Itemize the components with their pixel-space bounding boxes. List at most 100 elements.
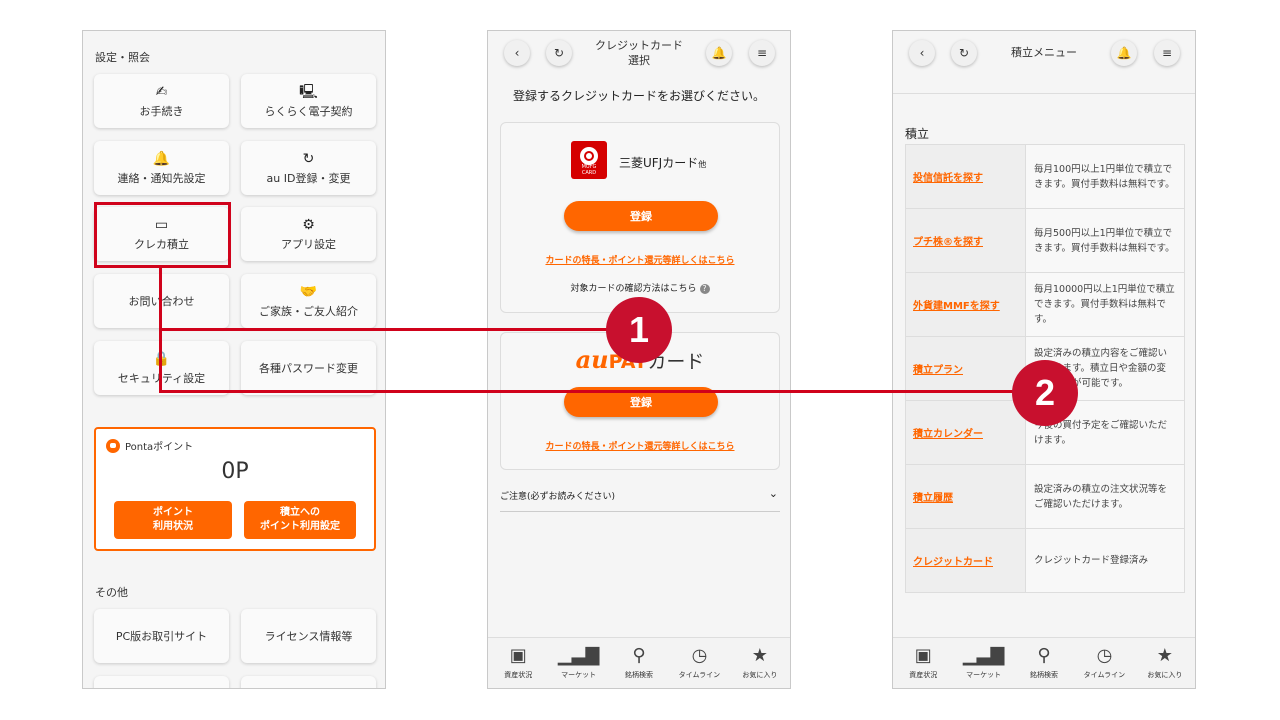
nav-label: 銘柄検索 [1030, 671, 1059, 679]
aupay-detail-link[interactable]: カードの特長・ポイント還元等詳しくはこちら [501, 439, 779, 452]
search-icon: ⚲ [632, 645, 646, 666]
bar-chart-icon: ▁▃▇ [962, 645, 1005, 666]
tile-label: お手続き [139, 104, 184, 118]
chevron-down-icon: ⌄ [768, 487, 778, 500]
section-title: 積立 [905, 127, 930, 141]
find-petit-stock-link[interactable]: プチ株®を探す [906, 209, 1026, 272]
point-usage-button[interactable]: ポイント 利用状況 [114, 501, 232, 539]
step-badge-1: 1 [606, 297, 672, 363]
help-icon: ? [699, 284, 710, 294]
find-fund-link[interactable]: 投信信託を探す [906, 145, 1026, 208]
tile-partial[interactable] [241, 676, 376, 688]
nav-timeline[interactable]: ◷ タイムライン [1074, 638, 1134, 688]
nav-search[interactable]: ⚲ 銘柄検索 [1014, 638, 1074, 688]
point-savings-setting-button[interactable]: 積立への ポイント利用設定 [244, 501, 356, 539]
bell-icon[interactable]: 🔔 [1111, 40, 1137, 66]
tile-label: PC版お取引サイト [115, 630, 208, 643]
notice-label: ご注意(必ずお読みください) [500, 492, 616, 502]
card-name-suffix: 他 [698, 160, 707, 169]
tile-contact-settings[interactable]: 🔔 連絡・通知先設定 [94, 141, 229, 195]
bell-icon: 🔔 [152, 150, 171, 167]
star-icon: ★ [751, 645, 768, 666]
tile-e-contract[interactable]: 🖳 らくらく電子契約 [241, 74, 376, 128]
table-row: 外貨建MMFを探す 毎月10000円以上1円単位で積立できます。買付手数料は無料… [906, 273, 1184, 337]
tile-license[interactable]: ライセンス情報等 [241, 609, 376, 663]
tile-procedures[interactable]: ✍ お手続き [94, 74, 229, 128]
mufg-detail-link[interactable]: カードの特長・ポイント還元等詳しくはこちら [501, 253, 779, 266]
wallet-icon: ▣ [914, 645, 932, 666]
step-badge-2: 2 [1012, 360, 1078, 426]
credit-card-link[interactable]: クレジットカード [906, 529, 1026, 592]
back-icon[interactable]: ‹ [504, 40, 530, 66]
wallet-icon: ▣ [509, 645, 527, 666]
nav-assets[interactable]: ▣ 資産状況 [893, 638, 953, 688]
nav-label: お気に入り [1147, 671, 1183, 679]
section-title-others: その他 [95, 586, 128, 599]
credit-card-icon: ▭ [154, 216, 169, 233]
menu-icon[interactable]: ≡ [1154, 40, 1180, 66]
notice-accordion[interactable]: ご注意(必ずお読みください) ⌄ [500, 487, 780, 512]
nav-search[interactable]: ⚲ 銘柄検索 [609, 638, 669, 688]
tile-referral[interactable]: 🤝 ご家族・ご友人紹介 [241, 274, 376, 328]
row-desc: 毎月500円以上1円単位で積立できます。買付手数料は無料です。 [1026, 209, 1184, 272]
header: ‹ ↻ 積立メニュー 🔔 ≡ [893, 31, 1195, 93]
mufg-logo-text: MUFG CARD [581, 164, 597, 176]
settings-screen: 設定・照会 ✍ お手続き 🖳 らくらく電子契約 🔔 連絡・通知先設定 ↻ au … [82, 30, 386, 689]
mufg-confirm-link[interactable]: 対象カードの確認方法はこちら? [501, 281, 779, 294]
mufg-logo: MUFG CARD [571, 141, 607, 179]
tile-label: ご家族・ご友人紹介 [259, 304, 358, 318]
savings-history-link[interactable]: 積立履歴 [906, 465, 1026, 528]
table-row: 投信信託を探す 毎月100円以上1円単位で積立できます。買付手数料は無料です。 [906, 145, 1184, 209]
row-desc: 毎月100円以上1円単位で積立できます。買付手数料は無料です。 [1026, 145, 1184, 208]
nav-label: タイムライン [1083, 671, 1126, 679]
nav-favorites[interactable]: ★ お気に入り [730, 638, 790, 688]
nav-market[interactable]: ▁▃▇ マーケット [953, 638, 1013, 688]
nav-label: マーケット [561, 671, 597, 679]
row-desc: 毎月10000円以上1円単位で積立できます。買付手数料は無料です。 [1026, 273, 1184, 336]
tile-pc-site[interactable]: PC版お取引サイト [94, 609, 229, 663]
table-row: プチ株®を探す 毎月500円以上1円単位で積立できます。買付手数料は無料です。 [906, 209, 1184, 273]
nav-market[interactable]: ▁▃▇ マーケット [548, 638, 608, 688]
nav-label: お気に入り [742, 671, 778, 679]
back-icon[interactable]: ‹ [909, 40, 935, 66]
nav-timeline[interactable]: ◷ タイムライン [669, 638, 729, 688]
pen-icon: ✍ [155, 83, 168, 100]
clock-icon: ◷ [1096, 645, 1113, 666]
row-desc: 設定済みの積立の注文状況等をご確認いただけます。 [1026, 465, 1184, 528]
table-row: 積立履歴 設定済みの積立の注文状況等をご確認いただけます。 [906, 465, 1184, 529]
savings-calendar-link[interactable]: 積立カレンダー [906, 401, 1026, 464]
nav-assets[interactable]: ▣ 資産状況 [488, 638, 548, 688]
aupay-au-text: au [575, 345, 609, 374]
laptop-check-icon: 🖳 [299, 83, 318, 100]
menu-icon[interactable]: ≡ [749, 40, 775, 66]
star-icon: ★ [1156, 645, 1173, 666]
tile-label: 各種パスワード変更 [259, 362, 358, 375]
nav-label: 資産状況 [909, 671, 938, 679]
search-icon: ⚲ [1037, 645, 1051, 666]
tile-password[interactable]: 各種パスワード変更 [241, 341, 376, 395]
tile-app-settings[interactable]: ⚙ アプリ設定 [241, 207, 376, 261]
tile-label: au ID登録・変更 [266, 171, 351, 185]
ponta-logo-icon [106, 438, 120, 453]
confirm-text: 対象カードの確認方法はこちら [570, 284, 697, 294]
find-foreign-mmf-link[interactable]: 外貨建MMFを探す [906, 273, 1026, 336]
tile-credit-card-savings[interactable]: ▭ クレカ積立 [94, 207, 229, 261]
mufg-card-panel: MUFG CARD 三菱UFJカード他 登録 カードの特長・ポイント還元等詳しく… [500, 122, 780, 313]
tile-partial[interactable] [94, 676, 229, 688]
row-desc: クレジットカード登録済み [1026, 529, 1184, 592]
ponta-panel: Pontaポイント 0P ポイント 利用状況 積立への ポイント利用設定 [94, 427, 376, 551]
bell-icon[interactable]: 🔔 [706, 40, 732, 66]
tile-au-id[interactable]: ↻ au ID登録・変更 [241, 141, 376, 195]
page-title: 積立メニュー [1011, 46, 1077, 59]
table-row: クレジットカード クレジットカード登録済み [906, 529, 1184, 592]
nav-label: マーケット [966, 671, 1002, 679]
handshake-icon: 🤝 [299, 283, 318, 300]
header: ‹ ↻ クレジットカード 選択 🔔 ≡ [488, 31, 790, 93]
card-name-text: 三菱UFJカード [619, 156, 699, 170]
ponta-header: Pontaポイント [106, 438, 193, 453]
bar-chart-icon: ▁▃▇ [557, 645, 600, 666]
nav-favorites[interactable]: ★ お気に入り [1135, 638, 1195, 688]
bottom-nav: ▣ 資産状況 ▁▃▇ マーケット ⚲ 銘柄検索 ◷ タイムライン ★ お気に入り [488, 637, 790, 688]
mufg-register-button[interactable]: 登録 [564, 201, 718, 231]
ponta-title: Pontaポイント [125, 442, 194, 453]
